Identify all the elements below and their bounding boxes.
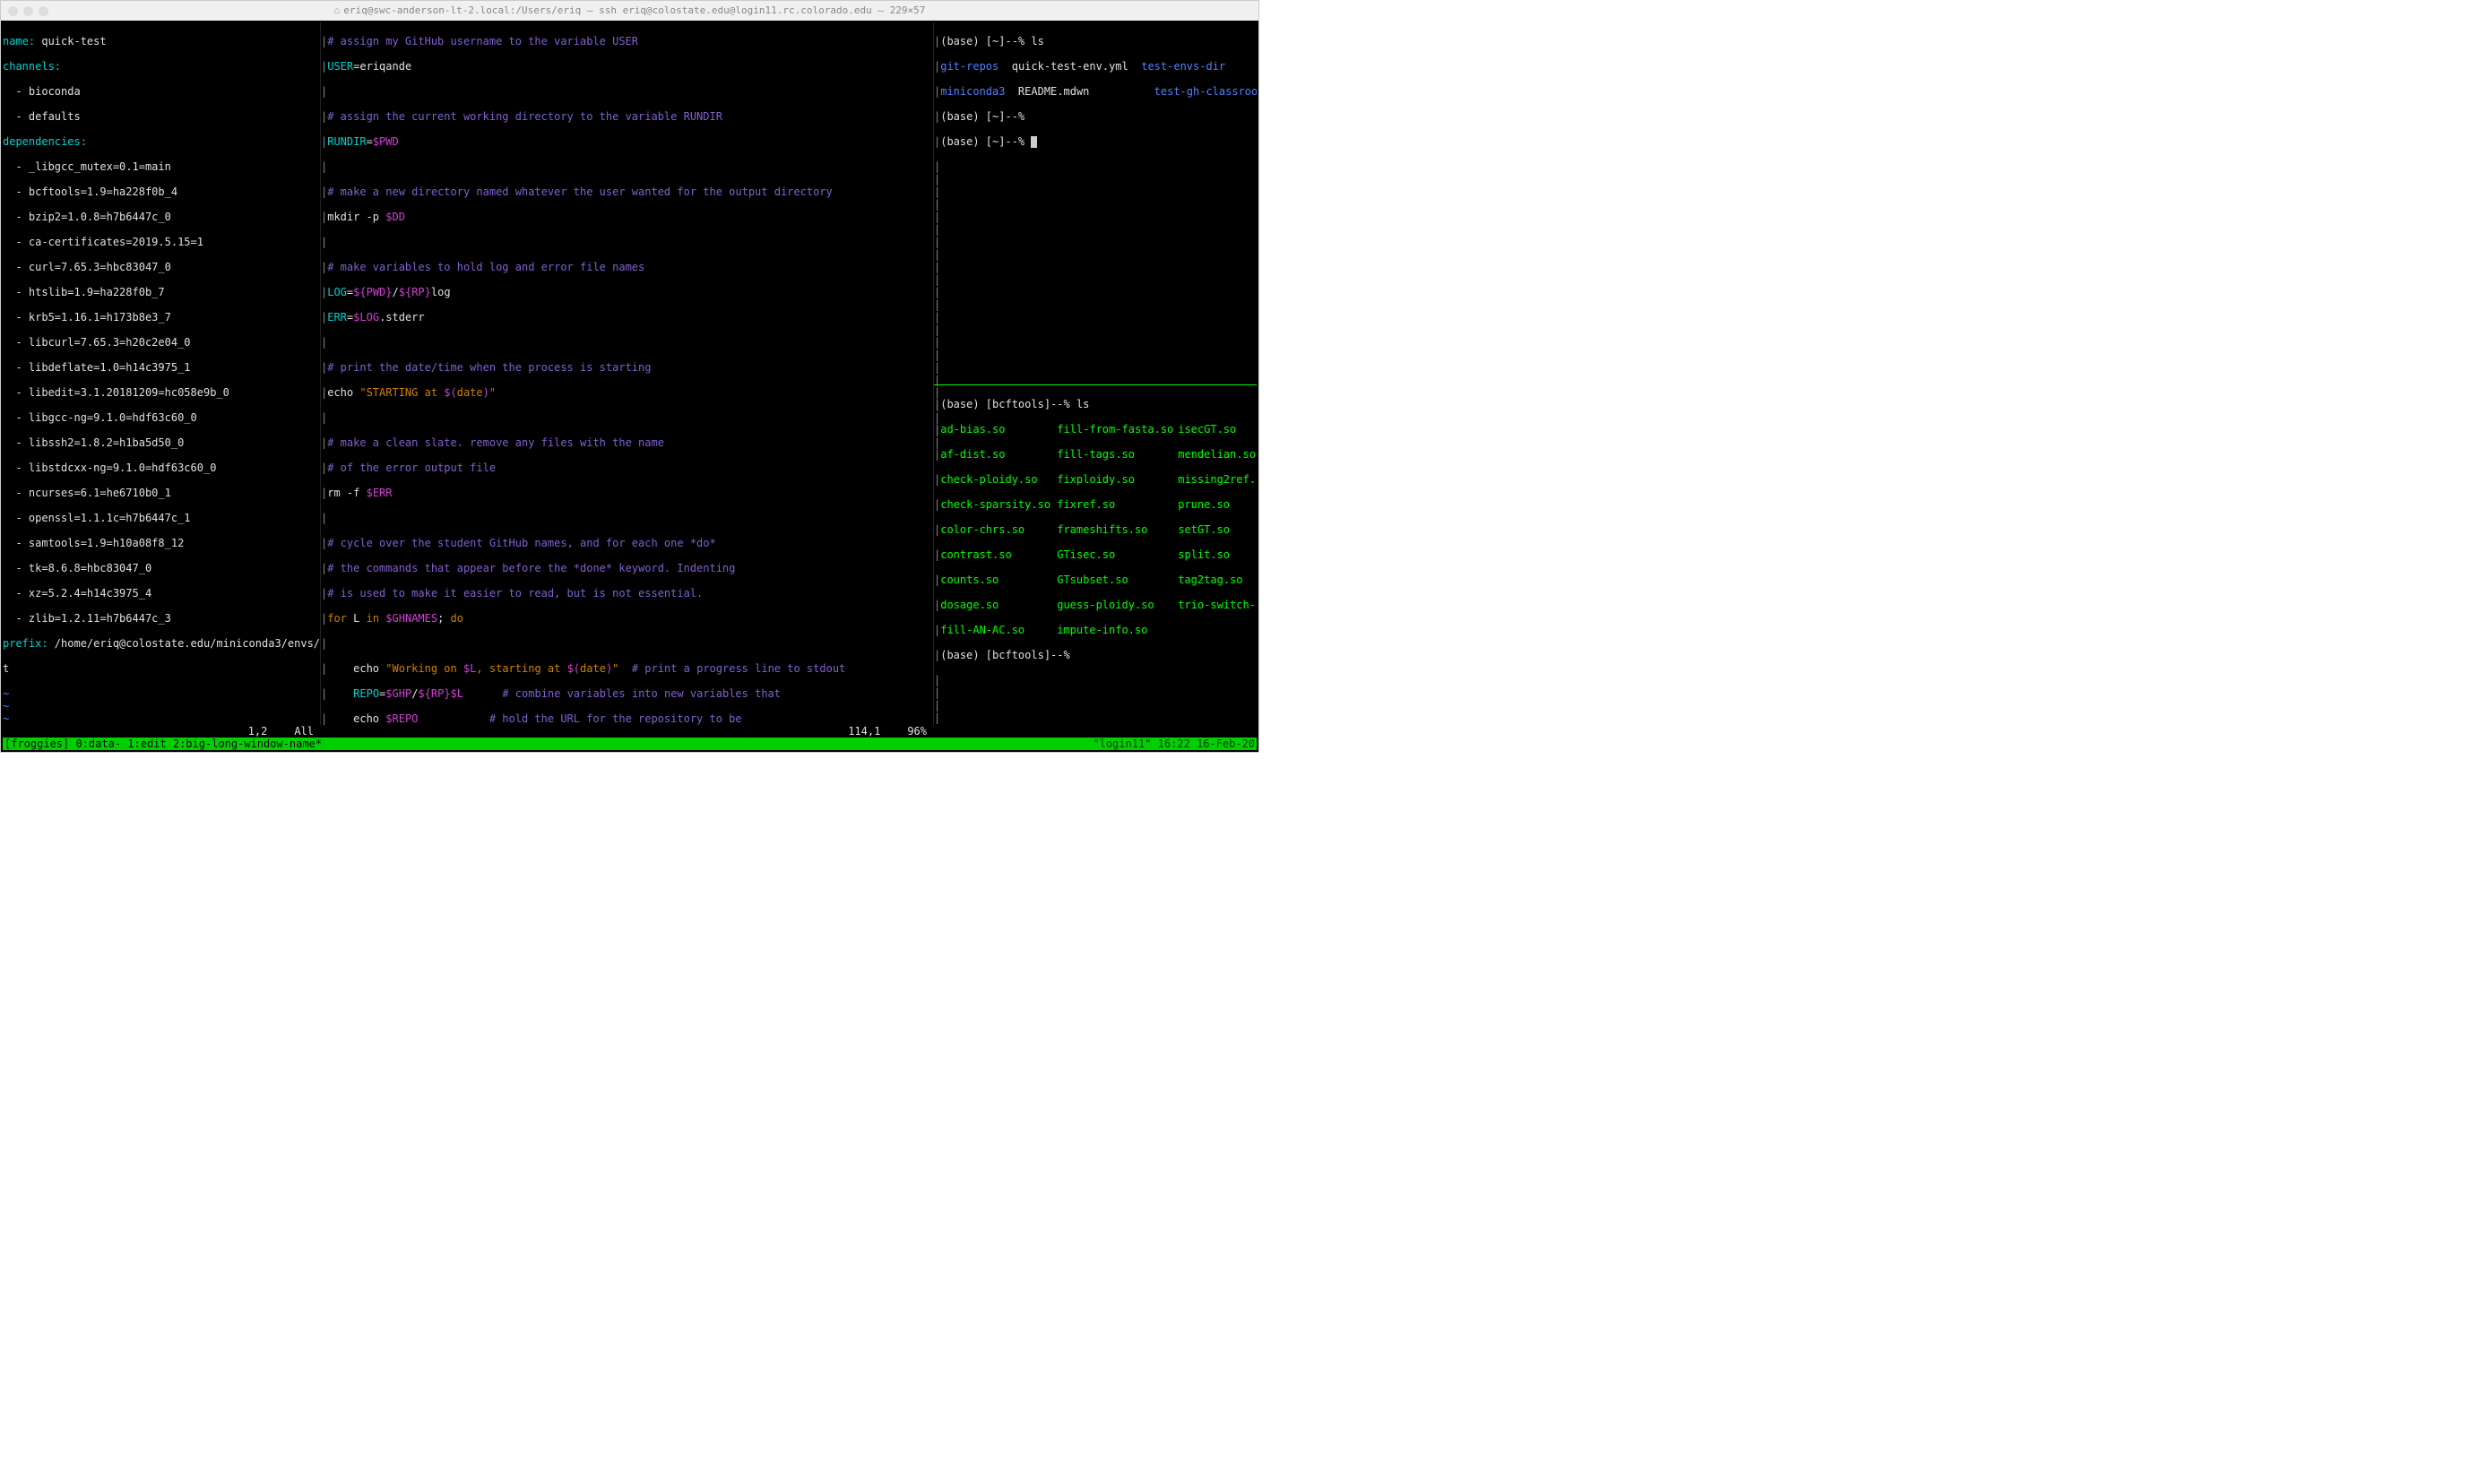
- status-left: [froggies] 0:data- 1:edit 2:big-long-win…: [4, 738, 322, 750]
- cursor: [1031, 136, 1037, 148]
- terminal-window: ⌂eriq@swc-anderson-lt-2.local:/Users/eri…: [0, 0, 1259, 753]
- tmux-status-bar: [froggies] 0:data- 1:edit 2:big-long-win…: [3, 738, 1257, 750]
- mid-pos: 114,1: [848, 725, 880, 738]
- left-pos: 1,2: [248, 725, 268, 738]
- right-top-pane[interactable]: |(base) [~]--% ls |git-repos quick-test-…: [934, 22, 1257, 385]
- right-bottom-pane[interactable]: |(base) [bcftools]--% ls |ad-bias.sofill…: [934, 385, 1257, 725]
- window-title: ⌂eriq@swc-anderson-lt-2.local:/Users/eri…: [334, 4, 926, 17]
- minimize-icon[interactable]: [23, 6, 33, 16]
- zoom-icon[interactable]: [39, 6, 48, 16]
- middle-pane-script[interactable]: |# assign my GitHub username to the vari…: [321, 22, 934, 725]
- right-panes: |(base) [~]--% ls |git-repos quick-test-…: [934, 22, 1257, 725]
- left-pane-yaml[interactable]: name: quick-test channels: - bioconda - …: [3, 22, 321, 725]
- left-pct: All: [294, 725, 314, 738]
- vim-ruler: 1,2 All 114,1 96%: [3, 725, 1257, 738]
- mid-pct: 96%: [907, 725, 927, 738]
- home-icon: ⌂: [334, 4, 341, 16]
- traffic-lights: [8, 6, 48, 16]
- titlebar: ⌂eriq@swc-anderson-lt-2.local:/Users/eri…: [1, 1, 1258, 21]
- close-icon[interactable]: [8, 6, 18, 16]
- terminal-body[interactable]: name: quick-test channels: - bioconda - …: [1, 21, 1258, 752]
- status-right: "login11" 16:22 16-Feb-20: [1093, 738, 1255, 750]
